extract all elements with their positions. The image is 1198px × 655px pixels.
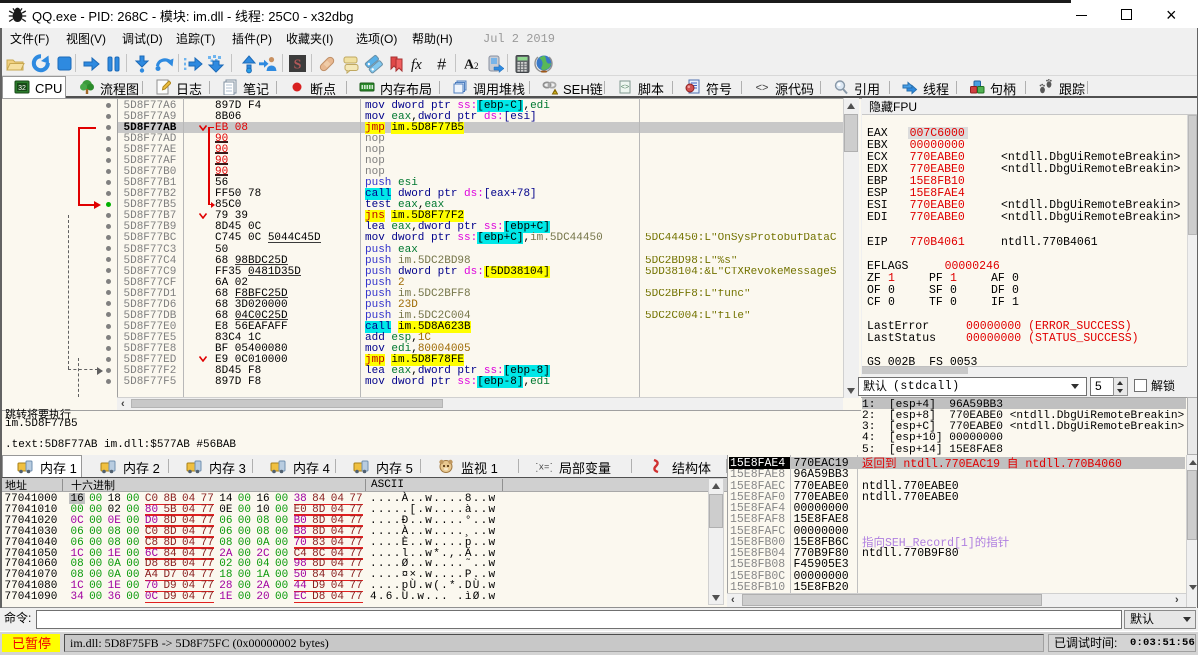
svg-text:fx: fx	[411, 57, 422, 73]
svg-text:#: #	[437, 57, 447, 74]
svg-text:2: 2	[474, 61, 479, 71]
svg-text:[x=]: [x=]	[536, 463, 552, 473]
svg-text:<>: <>	[756, 82, 769, 94]
svg-text:32: 32	[18, 85, 26, 92]
svg-text:!: !	[554, 90, 555, 95]
svg-text:S: S	[294, 58, 302, 73]
svg-text:<>: <>	[621, 84, 629, 91]
